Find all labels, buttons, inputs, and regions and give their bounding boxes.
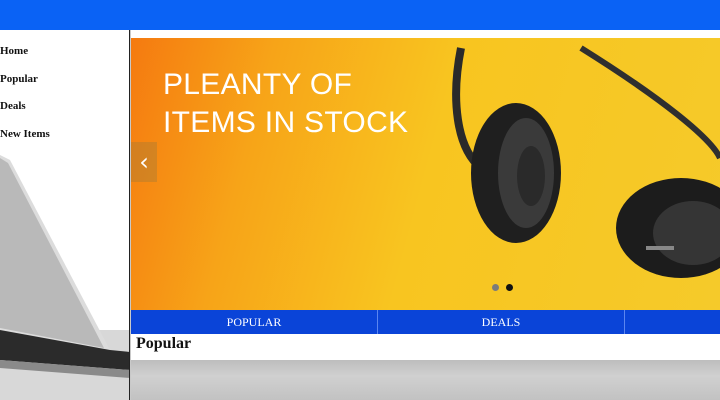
carousel-indicators xyxy=(492,278,516,296)
tab-bar: POPULAR DEALS xyxy=(131,310,720,334)
hero-headline: PLEANTY OF ITEMS IN STOCK xyxy=(163,68,409,139)
carousel-dot-1[interactable] xyxy=(492,284,499,291)
sidebar-item-new-items[interactable]: New Items xyxy=(0,125,50,153)
sidebar-item-deals[interactable]: Deals xyxy=(0,97,50,125)
section-title: Popular xyxy=(136,335,192,352)
carousel-dot-2[interactable] xyxy=(506,284,513,291)
sidebar-item-popular[interactable]: Popular xyxy=(0,70,50,98)
sidebar: Home Popular Deals New Items xyxy=(0,30,130,400)
sidebar-nav: Home Popular Deals New Items xyxy=(0,42,50,152)
headphones-image xyxy=(452,45,720,278)
tab-deals[interactable]: DEALS xyxy=(378,310,625,334)
main-content: PLEANTY OF ITEMS IN STOCK ‹ POPULAR DEAL… xyxy=(131,30,720,400)
tab-popular[interactable]: POPULAR xyxy=(131,310,378,334)
sidebar-item-home[interactable]: Home xyxy=(0,42,50,70)
hero-carousel: PLEANTY OF ITEMS IN STOCK ‹ xyxy=(131,38,720,316)
background-surface xyxy=(131,360,720,400)
carousel-prev-button[interactable]: ‹ xyxy=(131,142,157,182)
top-bar xyxy=(0,0,720,30)
tab-more[interactable] xyxy=(625,310,720,334)
